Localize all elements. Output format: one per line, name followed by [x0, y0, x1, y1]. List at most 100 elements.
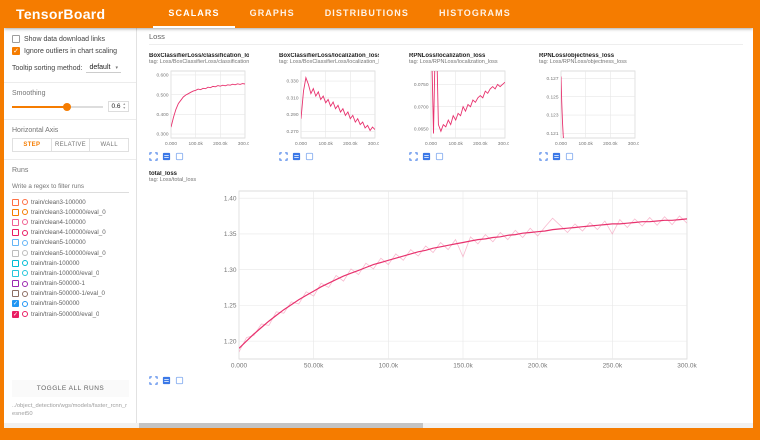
axis-wall-button[interactable]: WALL — [90, 138, 129, 152]
smoothing-label: Smoothing — [12, 90, 129, 97]
tooltip-sorting-label: Tooltip sorting method: — [12, 65, 82, 72]
chart-card: BoxClassifierLoss/localization_loss tag:… — [279, 53, 379, 161]
svg-text:1.30: 1.30 — [224, 267, 237, 274]
run-checkbox[interactable] — [12, 270, 19, 277]
scrollbar-thumb[interactable] — [139, 423, 424, 428]
run-label: train/train-500000-1/eval_0 — [31, 290, 105, 297]
run-item[interactable]: train/clean4-100000 — [12, 217, 129, 227]
full-size-icon[interactable] — [162, 152, 171, 161]
run-item[interactable]: train/train-500000-1 — [12, 279, 129, 289]
slider-thumb[interactable] — [63, 103, 71, 111]
svg-text:200.0k: 200.0k — [473, 141, 488, 147]
expand-icon[interactable] — [149, 152, 158, 161]
run-checkbox[interactable] — [12, 219, 19, 226]
checkbox[interactable] — [12, 35, 20, 43]
smoothing-slider[interactable] — [12, 102, 103, 112]
app-bar: TensorBoard SCALARSGRAPHSDISTRIBUTIONSHI… — [4, 0, 753, 28]
pin-icon[interactable] — [305, 152, 314, 161]
chart-tag: tag: Loss/BoxClassifierLoss/classificati… — [149, 59, 249, 65]
category-loss[interactable]: Loss — [149, 28, 743, 45]
run-item[interactable]: train/clean4-100000/eval_0 — [12, 228, 129, 238]
objectness-loss-chart[interactable]: 0.1270.1250.1230.1210.000100.0k200.0k300… — [539, 67, 639, 149]
axis-relative-button[interactable]: RELATIVE — [52, 138, 91, 152]
svg-text:150.0k: 150.0k — [453, 363, 473, 370]
runs-filter-input[interactable] — [12, 181, 129, 193]
run-label: train/train-500000/eval_0 — [31, 311, 99, 318]
stepper-arrows-icon[interactable]: ▲▼ — [123, 103, 126, 110]
total-loss-chart[interactable]: 1.401.351.301.251.200.00050.00k100.0k150… — [149, 185, 705, 373]
dashboard: Loss BoxClassifierLoss/classification_lo… — [137, 28, 753, 423]
axis-toggle: STEPRELATIVEWALL — [12, 138, 129, 152]
option-show-data-download-links[interactable]: Show data download links — [12, 35, 129, 43]
expand-icon[interactable] — [539, 152, 548, 161]
tab-histograms[interactable]: HISTOGRAMS — [424, 0, 526, 28]
expand-icon[interactable] — [279, 152, 288, 161]
app-window: TensorBoard SCALARSGRAPHSDISTRIBUTIONSHI… — [4, 0, 753, 428]
run-item[interactable]: train/train-100000/eval_0 — [12, 268, 129, 278]
smoothing-value-box[interactable]: 0.6 ▲▼ — [108, 101, 129, 112]
divider — [4, 82, 136, 83]
run-checkbox[interactable] — [12, 229, 19, 236]
slider-fill — [12, 106, 67, 108]
run-label: train/clean3-100000/eval_0 — [31, 209, 106, 216]
tab-scalars[interactable]: SCALARS — [153, 0, 234, 28]
chart-toolbar — [279, 152, 379, 161]
checkbox[interactable]: ✓ — [12, 47, 20, 55]
run-color-swatch — [22, 311, 28, 317]
tab-distributions[interactable]: DISTRIBUTIONS — [310, 0, 424, 28]
run-checkbox[interactable] — [12, 250, 19, 257]
run-color-swatch — [22, 219, 28, 225]
svg-text:0.0750: 0.0750 — [414, 82, 429, 88]
classification-loss-chart[interactable]: 0.6000.5000.4000.3000.000100.0k200.0k300… — [149, 67, 249, 149]
run-label: train/train-100000 — [31, 260, 80, 267]
run-item[interactable]: ✓ train/train-500000/eval_0 — [12, 309, 129, 319]
expand-icon[interactable] — [409, 152, 418, 161]
axis-step-button[interactable]: STEP — [12, 138, 52, 152]
svg-text:100.0k: 100.0k — [379, 363, 399, 370]
full-size-icon[interactable] — [422, 152, 431, 161]
svg-text:0.290: 0.290 — [286, 112, 298, 118]
full-size-icon[interactable] — [292, 152, 301, 161]
tooltip-sorting-dropdown[interactable]: default ▾ — [86, 63, 121, 73]
horizontal-axis-block: Horizontal Axis STEPRELATIVEWALL — [12, 127, 129, 152]
run-checkbox[interactable] — [12, 209, 19, 216]
run-item[interactable]: train/clean5-100000/eval_0 — [12, 248, 129, 258]
rpn-localization-loss-chart[interactable]: 0.07500.07000.06500.000100.0k200.0k300.0… — [409, 67, 509, 149]
expand-icon[interactable] — [149, 376, 158, 385]
box-localization-loss-chart[interactable]: 0.3300.3100.2900.2700.000100.0k200.0k300… — [279, 67, 379, 149]
logdir-path: ../object_detection/wgs/models/faster_rc… — [12, 402, 129, 419]
svg-text:0.300: 0.300 — [156, 132, 168, 138]
run-checkbox[interactable]: ✓ — [12, 300, 19, 307]
svg-text:0.000: 0.000 — [425, 141, 437, 147]
run-checkbox[interactable] — [12, 239, 19, 246]
run-item[interactable]: train/clean3-100000/eval_0 — [12, 207, 129, 217]
run-checkbox[interactable] — [12, 290, 19, 297]
run-checkbox[interactable] — [12, 199, 19, 206]
horizontal-axis-label: Horizontal Axis — [12, 127, 129, 134]
full-size-icon[interactable] — [552, 152, 561, 161]
option-label: Show data download links — [24, 36, 105, 43]
run-label: train/clean5-100000/eval_0 — [31, 250, 106, 257]
run-checkbox[interactable] — [12, 280, 19, 287]
pin-icon[interactable] — [175, 152, 184, 161]
pin-icon[interactable] — [435, 152, 444, 161]
toggle-all-runs-button[interactable]: TOGGLE ALL RUNS — [12, 380, 129, 397]
run-label: train/clean4-100000/eval_0 — [31, 229, 106, 236]
run-color-swatch — [22, 301, 28, 307]
run-item[interactable]: train/clean3-100000 — [12, 197, 129, 207]
full-size-icon[interactable] — [162, 376, 171, 385]
pin-icon[interactable] — [565, 152, 574, 161]
pin-icon[interactable] — [175, 376, 184, 385]
run-item[interactable]: ✓train/train-500000 — [12, 299, 129, 309]
smoothing-block: Smoothing 0.6 ▲▼ — [12, 90, 129, 112]
run-item[interactable]: train/train-100000 — [12, 258, 129, 268]
svg-text:0.127: 0.127 — [546, 76, 558, 82]
run-checkbox[interactable] — [12, 260, 19, 267]
horizontal-scrollbar[interactable] — [4, 423, 753, 428]
run-item[interactable]: train/clean5-100000 — [12, 238, 129, 248]
tab-graphs[interactable]: GRAPHS — [235, 0, 310, 28]
svg-text:0.121: 0.121 — [546, 131, 558, 137]
option-ignore-outliers[interactable]: ✓Ignore outliers in chart scaling — [12, 47, 129, 55]
run-item[interactable]: train/train-500000-1/eval_0 — [12, 289, 129, 299]
run-checkbox[interactable]: ✓ — [12, 311, 19, 318]
